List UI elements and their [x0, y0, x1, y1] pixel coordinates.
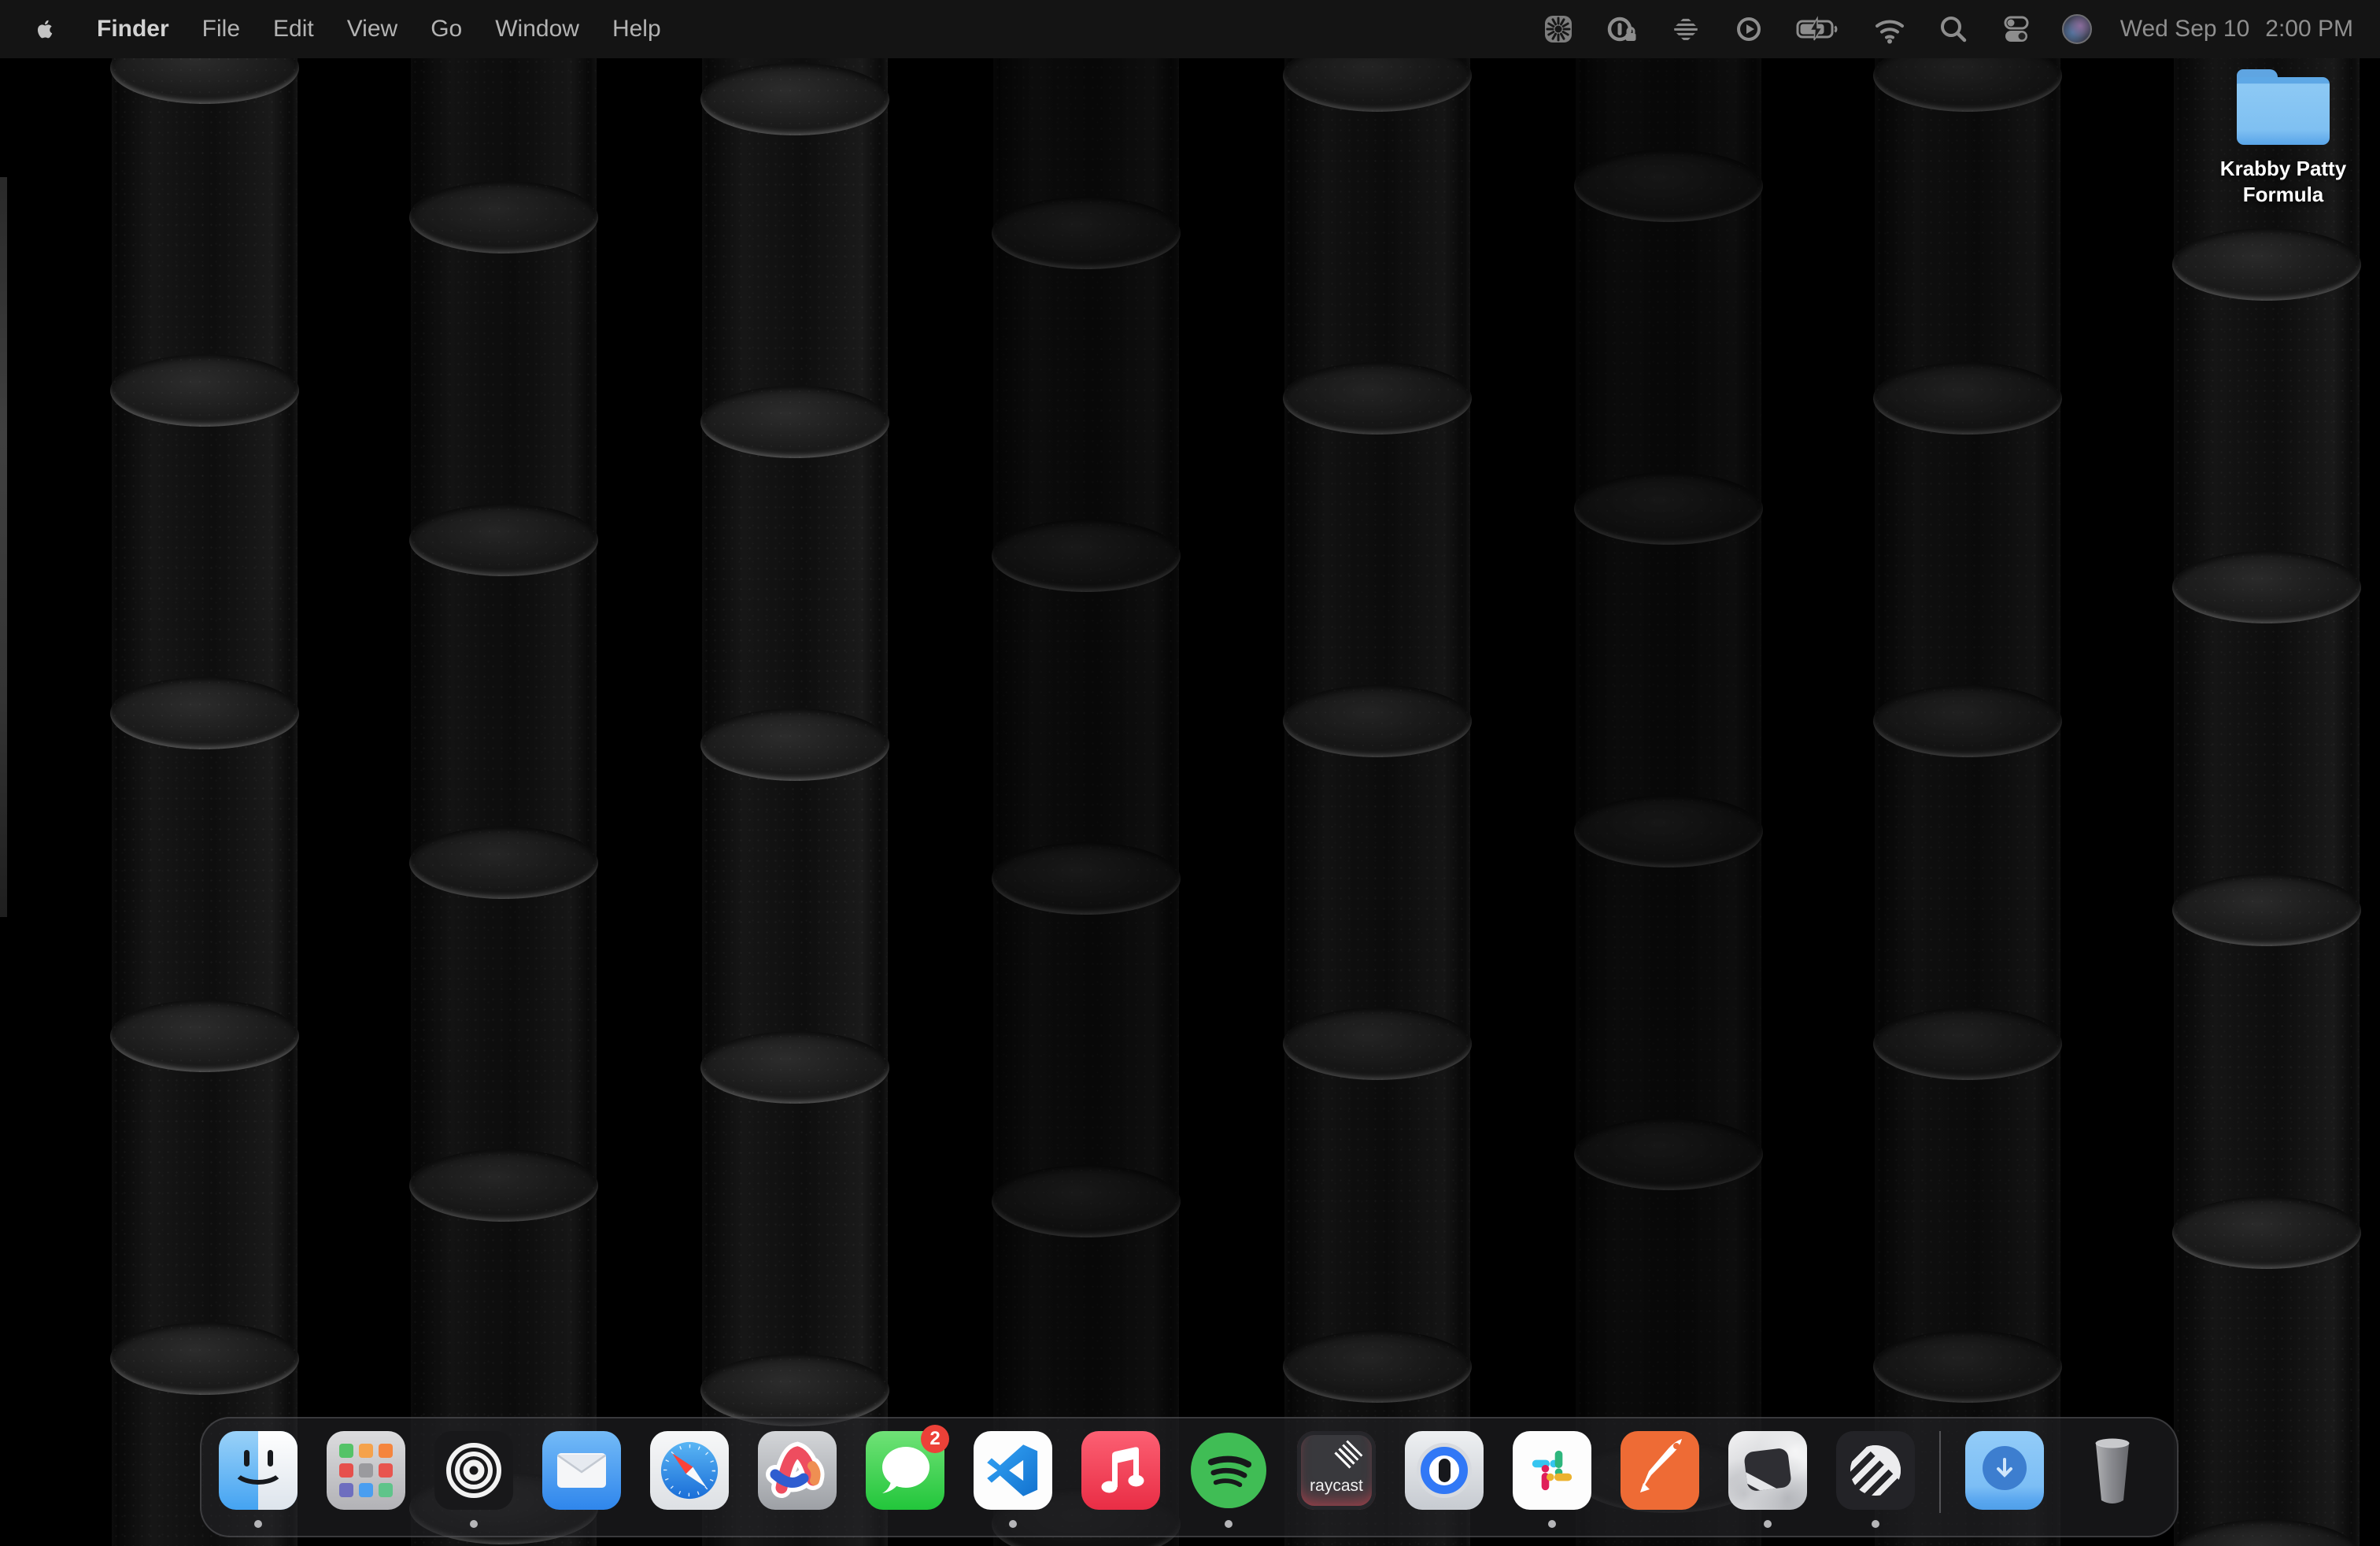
- marble-tile-app-icon: [1728, 1431, 1807, 1510]
- menu-list: FinderFileEditViewGoWindowHelp: [80, 16, 678, 43]
- dock: 2 raycast: [200, 1417, 2179, 1537]
- running-indicator-dot: [254, 1520, 262, 1528]
- running-indicator-dot: [470, 1520, 478, 1528]
- dock-item-postman[interactable]: [1621, 1431, 1699, 1510]
- linear-striped-circle-icon: [1836, 1431, 1915, 1510]
- running-indicator-dot: [1764, 1520, 1772, 1528]
- notification-badge: 2: [921, 1425, 949, 1453]
- dock-item-linear[interactable]: [1836, 1431, 1915, 1510]
- desktop-folder-krabby-patty-formula[interactable]: Krabby Patty Formula: [2197, 69, 2370, 208]
- menu-bar: FinderFileEditViewGoWindowHelp Wed Sep 1…: [0, 0, 2380, 58]
- mail-icon: [542, 1431, 621, 1510]
- play-circle-icon[interactable]: [1731, 12, 1766, 46]
- wallpaper-column-3: [700, 0, 889, 1546]
- dock-item-launchpad[interactable]: [327, 1431, 405, 1510]
- desktop-folder-label: Krabby Patty Formula: [2204, 156, 2362, 208]
- dock-item-messages[interactable]: 2: [866, 1431, 944, 1510]
- dock-item-mail[interactable]: [542, 1431, 621, 1510]
- running-indicator-dot: [1548, 1520, 1556, 1528]
- menu-help[interactable]: Help: [596, 16, 678, 43]
- finder-icon: [219, 1431, 298, 1510]
- password-lock-icon[interactable]: [1604, 12, 1640, 46]
- status-bar: Wed Sep 10 2:00 PM: [1541, 12, 2353, 46]
- dock-item-rings-app[interactable]: [434, 1431, 513, 1510]
- downloads-folder-icon: [1965, 1431, 2044, 1510]
- wallpaper-column-8: [2172, 0, 2361, 1546]
- siri-icon[interactable]: [2062, 12, 2092, 46]
- raycast-label: raycast: [1297, 1477, 1376, 1496]
- safari-compass-icon: [650, 1431, 729, 1510]
- dock-item-slack[interactable]: [1513, 1431, 1591, 1510]
- menu-finder[interactable]: Finder: [80, 16, 186, 43]
- clock-date: Wed Sep 10: [2120, 16, 2250, 43]
- folder-icon[interactable]: [2237, 69, 2330, 145]
- menu-edit[interactable]: Edit: [257, 16, 331, 43]
- wallpaper-edge-highlight: [0, 177, 7, 917]
- wallpaper-column-2: [409, 0, 598, 1546]
- postman-rocket-icon: [1621, 1431, 1699, 1510]
- vscode-icon: [974, 1431, 1052, 1510]
- dock-item-music[interactable]: [1081, 1431, 1160, 1510]
- wallpaper-column-1: [110, 0, 299, 1546]
- apple-music-icon: [1081, 1431, 1160, 1510]
- launchpad-icon: [327, 1431, 405, 1510]
- wallpaper-column-7: [1873, 0, 2062, 1546]
- striped-flag-icon[interactable]: [1669, 12, 1703, 46]
- slack-pinwheel-icon: [1513, 1431, 1591, 1510]
- menu-window[interactable]: Window: [479, 16, 596, 43]
- running-indicator-dot: [1009, 1520, 1017, 1528]
- spotlight-search-icon[interactable]: [1936, 12, 1971, 46]
- dock-item-finder[interactable]: [219, 1431, 298, 1510]
- wallpaper-column-4: [992, 0, 1181, 1546]
- running-indicator-dot: [1872, 1520, 1879, 1528]
- dock-divider: [1939, 1431, 1941, 1513]
- battery-charging-icon[interactable]: [1794, 12, 1843, 46]
- sunburst-app-icon[interactable]: [1541, 12, 1576, 46]
- raycast-keycap-icon: raycast: [1297, 1431, 1376, 1510]
- dock-item-spotify[interactable]: [1189, 1431, 1268, 1510]
- clock-time: 2:00 PM: [2265, 16, 2353, 43]
- onepassword-keyhole-icon: [1405, 1431, 1484, 1510]
- dock-item-arc[interactable]: [758, 1431, 837, 1510]
- dock-item-raycast[interactable]: raycast: [1297, 1431, 1376, 1510]
- concentric-rings-icon: [434, 1431, 513, 1510]
- dock-item-vscode[interactable]: [974, 1431, 1052, 1510]
- arc-browser-icon: [758, 1431, 837, 1510]
- dock-item-downloads[interactable]: [1965, 1431, 2044, 1510]
- menu-bar-clock[interactable]: Wed Sep 10 2:00 PM: [2120, 16, 2353, 43]
- trash-can-icon: [2073, 1431, 2152, 1510]
- spotify-icon: [1191, 1433, 1266, 1508]
- desktop: Krabby Patty Formula FinderFileEditViewG…: [0, 0, 2380, 1546]
- running-indicator-dot: [1225, 1520, 1232, 1528]
- control-center-icon[interactable]: [1999, 12, 2034, 46]
- menu-file[interactable]: File: [186, 16, 257, 43]
- dock-item-safari[interactable]: [650, 1431, 729, 1510]
- apple-logo-icon: [31, 16, 58, 43]
- wallpaper: [0, 0, 2380, 1546]
- status-icons: [1541, 12, 2092, 46]
- menu-view[interactable]: View: [331, 16, 414, 43]
- dock-item-zed[interactable]: [1728, 1431, 1807, 1510]
- raycast-logo: [1334, 1438, 1364, 1468]
- wifi-icon[interactable]: [1872, 12, 1908, 46]
- apple-menu[interactable]: [31, 15, 60, 43]
- dock-item-trash[interactable]: [2073, 1431, 2152, 1510]
- dock-item-onepassword[interactable]: [1405, 1431, 1484, 1510]
- wallpaper-column-5: [1283, 0, 1472, 1546]
- wallpaper-column-6: [1574, 0, 1763, 1546]
- menu-go[interactable]: Go: [414, 16, 479, 43]
